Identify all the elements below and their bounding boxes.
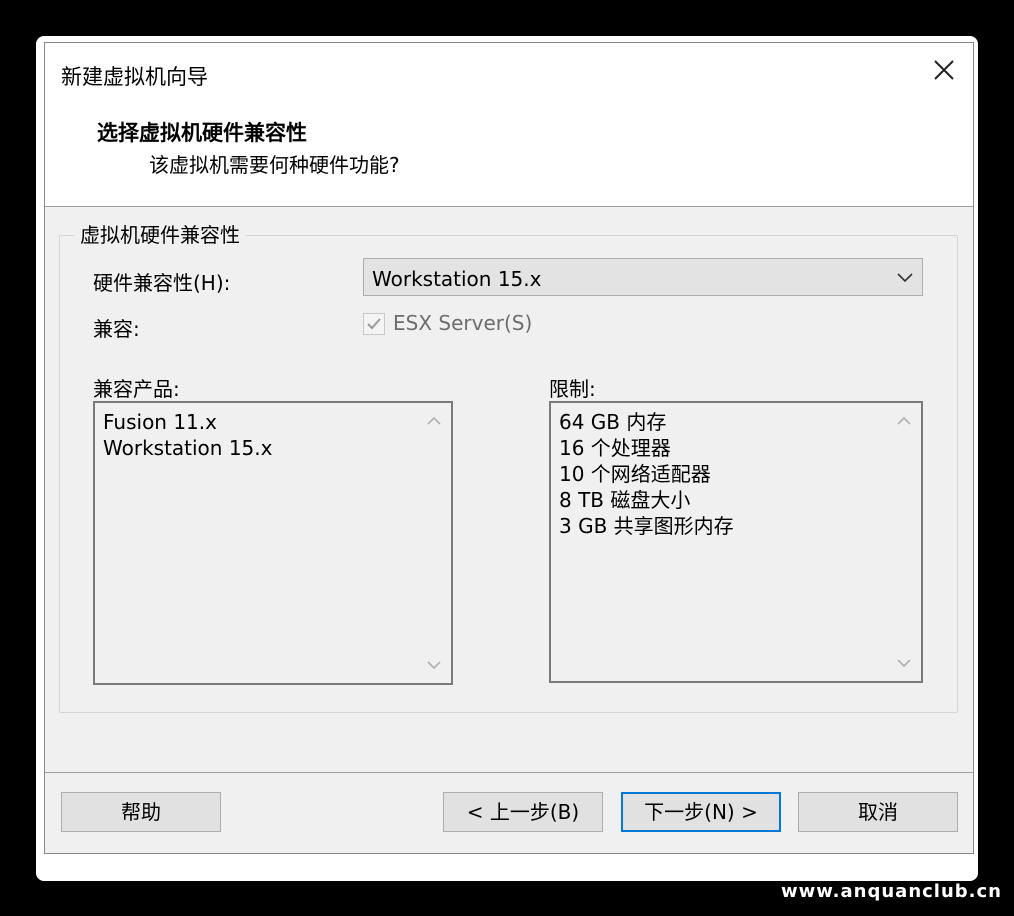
compat-label: 兼容:: [93, 317, 140, 341]
close-icon: [934, 60, 954, 80]
hardware-compat-dropdown[interactable]: Workstation 15.x: [363, 258, 923, 296]
next-button[interactable]: 下一步(N) >: [621, 792, 781, 832]
chevron-up-icon[interactable]: [894, 411, 914, 431]
limits-label: 限制:: [549, 377, 596, 401]
list-item: 3 GB 共享图形内存: [559, 514, 734, 538]
page-heading: 选择虚拟机硬件兼容性: [97, 121, 307, 145]
checkmark-icon: [367, 318, 381, 330]
dropdown-value: Workstation 15.x: [372, 267, 542, 291]
limits-list[interactable]: 64 GB 内存 16 个处理器 10 个网络适配器 8 TB 磁盘大小 3 G…: [549, 401, 923, 683]
cancel-button[interactable]: 取消: [798, 792, 958, 832]
limits-scrollbar[interactable]: [887, 403, 921, 681]
chevron-down-icon[interactable]: [424, 655, 444, 675]
group-legend: 虚拟机硬件兼容性: [74, 224, 246, 246]
footer-divider: [45, 772, 973, 773]
esx-server-label: ESX Server(S): [393, 311, 533, 335]
compat-products-label: 兼容产品:: [93, 377, 180, 401]
hardware-compat-label: 硬件兼容性(H):: [93, 271, 231, 295]
products-items: Fusion 11.x Workstation 15.x: [103, 409, 272, 461]
wizard-window: 新建虚拟机向导 选择虚拟机硬件兼容性 该虚拟机需要何种硬件功能? 虚拟机硬件兼容…: [36, 36, 978, 881]
window-title: 新建虚拟机向导: [61, 65, 208, 89]
close-button[interactable]: [929, 55, 959, 85]
list-item[interactable]: Workstation 15.x: [103, 435, 272, 461]
list-item: 10 个网络适配器: [559, 462, 711, 486]
chevron-down-icon: [897, 273, 913, 283]
chevron-up-icon[interactable]: [424, 411, 444, 431]
dialog-header: 新建虚拟机向导 选择虚拟机硬件兼容性 该虚拟机需要何种硬件功能?: [45, 43, 973, 207]
list-item: 64 GB 内存: [559, 410, 667, 434]
watermark: www.anquanclub.cn: [780, 881, 1002, 902]
limits-items: 64 GB 内存 16 个处理器 10 个网络适配器 8 TB 磁盘大小 3 G…: [559, 409, 734, 539]
chevron-down-icon[interactable]: [894, 653, 914, 673]
esx-server-checkbox[interactable]: [363, 313, 385, 335]
back-button[interactable]: < 上一步(B): [443, 792, 603, 832]
help-button[interactable]: 帮助: [61, 792, 221, 832]
list-item: 8 TB 磁盘大小: [559, 488, 691, 512]
list-item: 16 个处理器: [559, 436, 671, 460]
dialog-body: 新建虚拟机向导 选择虚拟机硬件兼容性 该虚拟机需要何种硬件功能? 虚拟机硬件兼容…: [44, 42, 974, 854]
list-item[interactable]: Fusion 11.x: [103, 409, 272, 435]
products-scrollbar[interactable]: [417, 403, 451, 683]
compat-products-list[interactable]: Fusion 11.x Workstation 15.x: [93, 401, 453, 685]
page-subheading: 该虚拟机需要何种硬件功能?: [149, 153, 400, 177]
